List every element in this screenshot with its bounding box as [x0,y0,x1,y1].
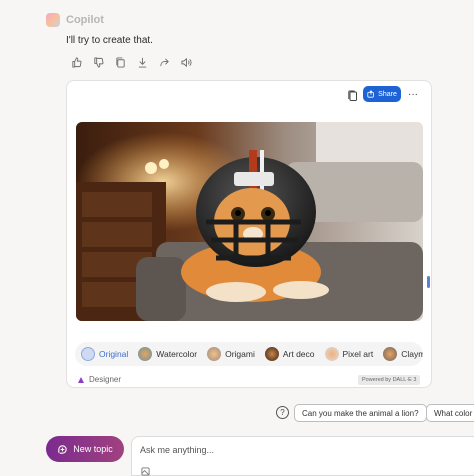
copilot-logo-icon [46,13,60,27]
image-attach-icon[interactable] [141,467,150,476]
generated-image[interactable] [76,122,423,321]
image-card: Share ··· Original Watercolor Origami Ar… [66,80,432,388]
style-chip-label: Origami [225,349,255,359]
pixel-art-thumbnail-icon [324,347,339,361]
designer-link[interactable]: Designer [77,375,121,384]
style-chip-label: Art deco [282,349,315,359]
thumbs-down-icon[interactable] [92,56,104,68]
designer-icon [78,376,84,383]
origami-thumbnail-icon [207,347,222,361]
new-topic-button[interactable]: New topic [46,436,124,462]
style-chip-origami[interactable]: Origami [207,344,265,364]
style-chip-art-deco[interactable]: Art deco [264,344,325,364]
art-deco-thumbnail-icon [264,347,279,361]
checkmark-icon [81,347,95,361]
download-icon[interactable] [136,56,148,68]
more-options-button[interactable]: ··· [407,86,419,102]
style-chip-label: Pixel art [342,349,374,359]
style-chip-pixel-art[interactable]: Pixel art [324,344,384,364]
copy-icon[interactable] [347,89,359,101]
style-chip-label: Claymat [401,349,423,359]
assistant-message: I'll try to create that. [66,35,153,46]
suggestion-chip-color[interactable]: What color [426,404,474,422]
help-icon[interactable]: ? [276,406,289,419]
new-topic-icon [58,444,67,454]
share-button[interactable]: Share [363,86,401,102]
style-chip-watercolor[interactable]: Watercolor [138,344,207,364]
copy-icon[interactable] [114,56,126,68]
new-topic-label: New topic [73,444,113,454]
thumbs-up-icon[interactable] [70,56,82,68]
style-selector: Original Watercolor Origami Art deco Pix… [75,342,423,366]
share-icon[interactable] [158,56,170,68]
watercolor-thumbnail-icon [138,347,153,361]
claymation-thumbnail-icon [383,347,398,361]
chat-composer [131,436,474,476]
style-chip-original[interactable]: Original [81,344,138,364]
designer-label: Designer [89,375,122,384]
share-icon [367,90,374,98]
ask-input[interactable] [140,442,460,458]
speaker-icon[interactable] [180,56,192,68]
powered-by-badge: Powered by DALL·E 3 [358,375,421,385]
style-chip-label: Watercolor [156,349,198,359]
bot-name: Copilot [66,14,104,26]
style-chip-label: Original [99,349,129,359]
scrollbar-thumb[interactable] [427,276,430,288]
bot-header: Copilot [46,12,104,28]
style-chip-claymation[interactable]: Claymat [383,344,423,364]
suggestion-chip-lion[interactable]: Can you make the animal a lion? [294,404,427,422]
share-label: Share [378,90,397,98]
message-actions [70,56,192,68]
